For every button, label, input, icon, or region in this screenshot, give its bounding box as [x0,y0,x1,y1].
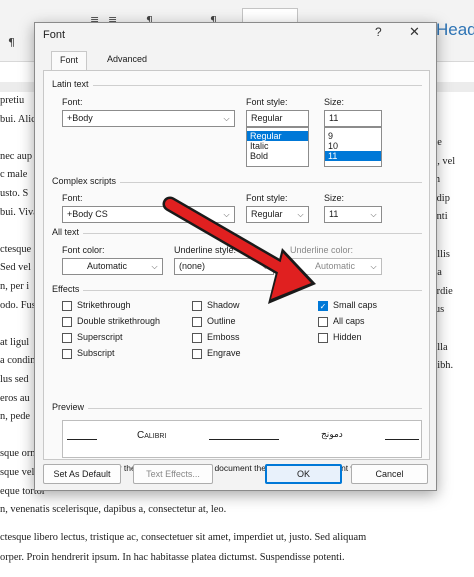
annotation-arrow-icon [162,196,316,304]
